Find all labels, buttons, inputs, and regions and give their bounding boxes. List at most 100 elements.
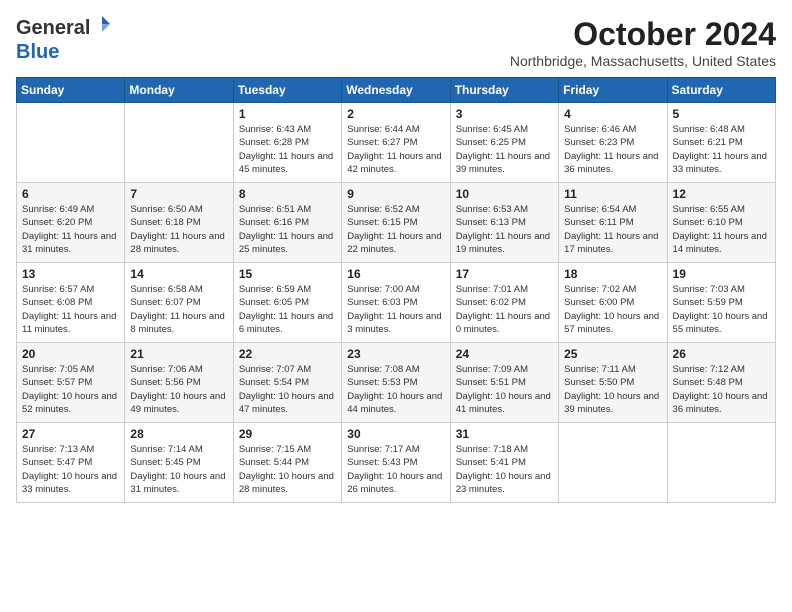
day-number: 9 <box>347 187 444 201</box>
day-info: Sunrise: 6:43 AM Sunset: 6:28 PM Dayligh… <box>239 123 336 176</box>
day-header-friday: Friday <box>559 78 667 103</box>
day-info: Sunrise: 7:00 AM Sunset: 6:03 PM Dayligh… <box>347 283 444 336</box>
day-number: 8 <box>239 187 336 201</box>
day-number: 11 <box>564 187 661 201</box>
day-number: 24 <box>456 347 553 361</box>
logo-blue: Blue <box>16 41 59 63</box>
day-info: Sunrise: 7:09 AM Sunset: 5:51 PM Dayligh… <box>456 363 553 416</box>
day-number: 30 <box>347 427 444 441</box>
calendar-cell: 9 Sunrise: 6:52 AM Sunset: 6:15 PM Daylig… <box>342 183 450 263</box>
day-header-saturday: Saturday <box>667 78 775 103</box>
calendar-cell: 12 Sunrise: 6:55 AM Sunset: 6:10 PM Dayli… <box>667 183 775 263</box>
location: Northbridge, Massachusetts, United State… <box>510 53 776 69</box>
day-number: 18 <box>564 267 661 281</box>
calendar-cell: 28 Sunrise: 7:14 AM Sunset: 5:45 PM Dayli… <box>125 423 233 503</box>
calendar-cell: 14 Sunrise: 6:58 AM Sunset: 6:07 PM Dayli… <box>125 263 233 343</box>
day-number: 27 <box>22 427 119 441</box>
day-info: Sunrise: 6:58 AM Sunset: 6:07 PM Dayligh… <box>130 283 227 336</box>
day-number: 20 <box>22 347 119 361</box>
calendar-cell: 3Sunrise: 6:45 AM Sunset: 6:25 PM Daylig… <box>450 103 558 183</box>
day-number: 6 <box>22 187 119 201</box>
day-info: Sunrise: 6:44 AM Sunset: 6:27 PM Dayligh… <box>347 123 444 176</box>
day-number: 1 <box>239 107 336 121</box>
calendar-cell: 7 Sunrise: 6:50 AM Sunset: 6:18 PM Daylig… <box>125 183 233 263</box>
calendar-week-row: 13 Sunrise: 6:57 AM Sunset: 6:08 PM Dayli… <box>17 263 776 343</box>
day-info: Sunrise: 6:45 AM Sunset: 6:25 PM Dayligh… <box>456 123 553 176</box>
calendar-week-row: 1 Sunrise: 6:43 AM Sunset: 6:28 PM Daylig… <box>17 103 776 183</box>
day-number: 5 <box>673 107 770 121</box>
day-number: 25 <box>564 347 661 361</box>
title-block: October 2024 Northbridge, Massachusetts,… <box>510 16 776 69</box>
calendar-cell: 16 Sunrise: 7:00 AM Sunset: 6:03 PM Dayli… <box>342 263 450 343</box>
day-info: Sunrise: 7:12 AM Sunset: 5:48 PM Dayligh… <box>673 363 770 416</box>
day-number: 29 <box>239 427 336 441</box>
day-header-sunday: Sunday <box>17 78 125 103</box>
day-number: 23 <box>347 347 444 361</box>
logo-general: General <box>16 17 90 40</box>
day-number: 16 <box>347 267 444 281</box>
day-header-monday: Monday <box>125 78 233 103</box>
day-info: Sunrise: 7:14 AM Sunset: 5:45 PM Dayligh… <box>130 443 227 496</box>
day-number: 12 <box>673 187 770 201</box>
calendar-cell: 22Sunrise: 7:07 AM Sunset: 5:54 PM Dayli… <box>233 343 341 423</box>
day-header-tuesday: Tuesday <box>233 78 341 103</box>
day-info: Sunrise: 6:57 AM Sunset: 6:08 PM Dayligh… <box>22 283 119 336</box>
day-info: Sunrise: 7:13 AM Sunset: 5:47 PM Dayligh… <box>22 443 119 496</box>
day-info: Sunrise: 6:48 AM Sunset: 6:21 PM Dayligh… <box>673 123 770 176</box>
day-info: Sunrise: 6:52 AM Sunset: 6:15 PM Dayligh… <box>347 203 444 256</box>
day-number: 10 <box>456 187 553 201</box>
calendar-cell: 23Sunrise: 7:08 AM Sunset: 5:53 PM Dayli… <box>342 343 450 423</box>
logo: General Blue <box>16 16 112 64</box>
calendar-cell: 30 Sunrise: 7:17 AM Sunset: 5:43 PM Dayli… <box>342 423 450 503</box>
day-info: Sunrise: 7:01 AM Sunset: 6:02 PM Dayligh… <box>456 283 553 336</box>
month-title: October 2024 <box>510 16 776 53</box>
calendar-cell: 5 Sunrise: 6:48 AM Sunset: 6:21 PM Daylig… <box>667 103 775 183</box>
day-number: 28 <box>130 427 227 441</box>
calendar-cell <box>667 423 775 503</box>
calendar-cell: 19Sunrise: 7:03 AM Sunset: 5:59 PM Dayli… <box>667 263 775 343</box>
day-info: Sunrise: 6:49 AM Sunset: 6:20 PM Dayligh… <box>22 203 119 256</box>
calendar-cell: 31Sunrise: 7:18 AM Sunset: 5:41 PM Dayli… <box>450 423 558 503</box>
calendar-cell: 17 Sunrise: 7:01 AM Sunset: 6:02 PM Dayli… <box>450 263 558 343</box>
day-info: Sunrise: 6:46 AM Sunset: 6:23 PM Dayligh… <box>564 123 661 176</box>
calendar-cell: 11 Sunrise: 6:54 AM Sunset: 6:11 PM Dayli… <box>559 183 667 263</box>
calendar-week-row: 6 Sunrise: 6:49 AM Sunset: 6:20 PM Daylig… <box>17 183 776 263</box>
day-info: Sunrise: 6:54 AM Sunset: 6:11 PM Dayligh… <box>564 203 661 256</box>
calendar-cell: 2 Sunrise: 6:44 AM Sunset: 6:27 PM Daylig… <box>342 103 450 183</box>
day-info: Sunrise: 6:50 AM Sunset: 6:18 PM Dayligh… <box>130 203 227 256</box>
calendar-cell: 13 Sunrise: 6:57 AM Sunset: 6:08 PM Dayli… <box>17 263 125 343</box>
day-number: 2 <box>347 107 444 121</box>
calendar-cell: 8 Sunrise: 6:51 AM Sunset: 6:16 PM Daylig… <box>233 183 341 263</box>
day-info: Sunrise: 7:05 AM Sunset: 5:57 PM Dayligh… <box>22 363 119 416</box>
calendar-cell: 25 Sunrise: 7:11 AM Sunset: 5:50 PM Dayli… <box>559 343 667 423</box>
calendar-cell: 24 Sunrise: 7:09 AM Sunset: 5:51 PM Dayli… <box>450 343 558 423</box>
calendar-cell <box>559 423 667 503</box>
day-info: Sunrise: 6:53 AM Sunset: 6:13 PM Dayligh… <box>456 203 553 256</box>
calendar-cell: 20 Sunrise: 7:05 AM Sunset: 5:57 PM Dayli… <box>17 343 125 423</box>
day-info: Sunrise: 7:11 AM Sunset: 5:50 PM Dayligh… <box>564 363 661 416</box>
calendar-table: SundayMondayTuesdayWednesdayThursdayFrid… <box>16 77 776 503</box>
day-number: 26 <box>673 347 770 361</box>
day-info: Sunrise: 6:55 AM Sunset: 6:10 PM Dayligh… <box>673 203 770 256</box>
day-info: Sunrise: 6:51 AM Sunset: 6:16 PM Dayligh… <box>239 203 336 256</box>
logo-flag-icon <box>92 14 112 39</box>
day-info: Sunrise: 7:15 AM Sunset: 5:44 PM Dayligh… <box>239 443 336 496</box>
calendar-cell: 6 Sunrise: 6:49 AM Sunset: 6:20 PM Daylig… <box>17 183 125 263</box>
day-number: 7 <box>130 187 227 201</box>
day-info: Sunrise: 7:07 AM Sunset: 5:54 PM Dayligh… <box>239 363 336 416</box>
day-info: Sunrise: 7:17 AM Sunset: 5:43 PM Dayligh… <box>347 443 444 496</box>
page-header: General Blue October 2024 Northbridge, M… <box>16 16 776 69</box>
calendar-cell: 1 Sunrise: 6:43 AM Sunset: 6:28 PM Daylig… <box>233 103 341 183</box>
day-info: Sunrise: 6:59 AM Sunset: 6:05 PM Dayligh… <box>239 283 336 336</box>
day-number: 13 <box>22 267 119 281</box>
day-info: Sunrise: 7:18 AM Sunset: 5:41 PM Dayligh… <box>456 443 553 496</box>
calendar-cell <box>125 103 233 183</box>
day-info: Sunrise: 7:03 AM Sunset: 5:59 PM Dayligh… <box>673 283 770 336</box>
calendar-cell: 29 Sunrise: 7:15 AM Sunset: 5:44 PM Dayli… <box>233 423 341 503</box>
day-info: Sunrise: 7:06 AM Sunset: 5:56 PM Dayligh… <box>130 363 227 416</box>
day-info: Sunrise: 7:02 AM Sunset: 6:00 PM Dayligh… <box>564 283 661 336</box>
calendar-week-row: 20 Sunrise: 7:05 AM Sunset: 5:57 PM Dayli… <box>17 343 776 423</box>
day-number: 14 <box>130 267 227 281</box>
day-number: 17 <box>456 267 553 281</box>
calendar-cell <box>17 103 125 183</box>
